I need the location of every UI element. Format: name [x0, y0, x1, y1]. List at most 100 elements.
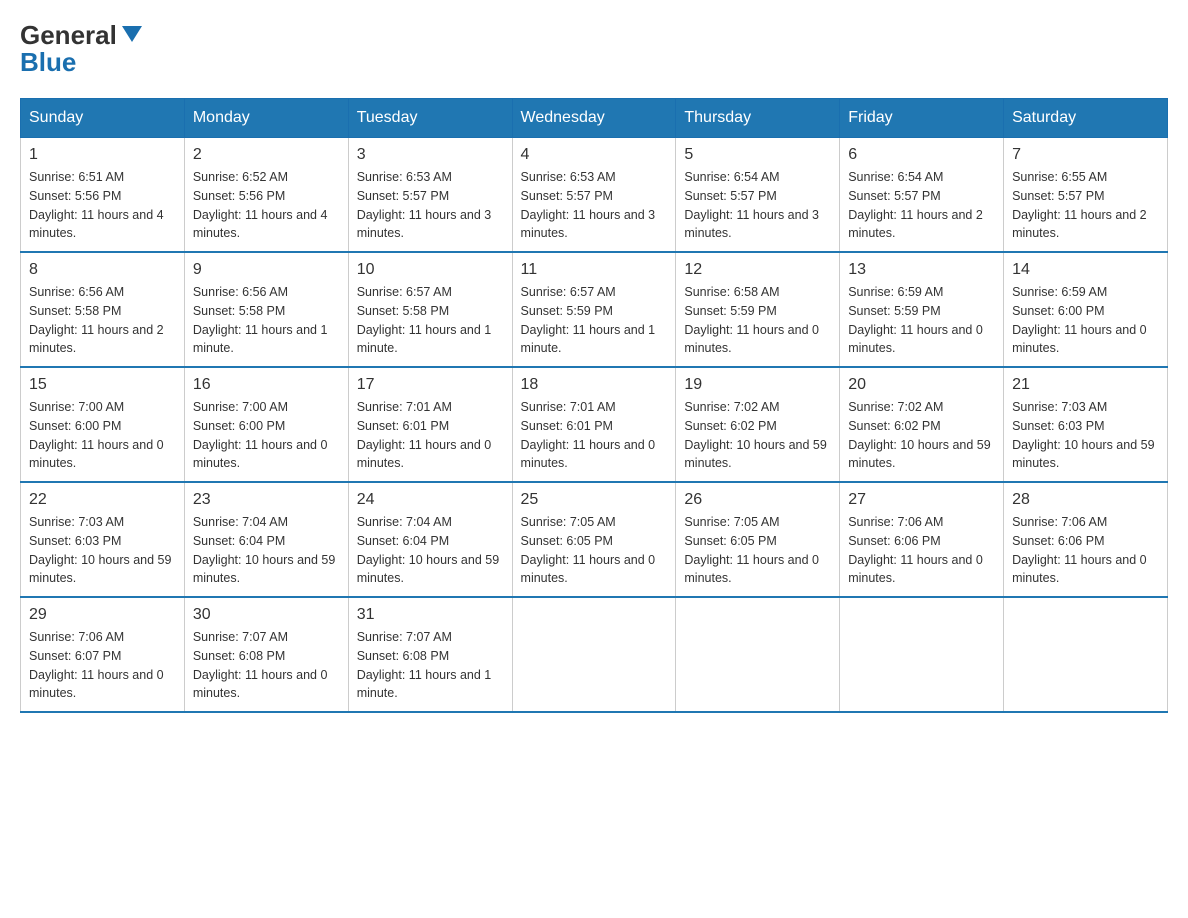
day-info: Sunrise: 7:00 AM Sunset: 6:00 PM Dayligh… — [29, 398, 176, 473]
day-number: 13 — [848, 261, 995, 279]
weekday-header-thursday: Thursday — [676, 99, 840, 138]
calendar-cell: 2 Sunrise: 6:52 AM Sunset: 5:56 PM Dayli… — [184, 138, 348, 253]
day-info: Sunrise: 7:02 AM Sunset: 6:02 PM Dayligh… — [684, 398, 831, 473]
calendar-cell: 11 Sunrise: 6:57 AM Sunset: 5:59 PM Dayl… — [512, 252, 676, 367]
day-number: 23 — [193, 491, 340, 509]
day-number: 6 — [848, 146, 995, 164]
day-number: 22 — [29, 491, 176, 509]
calendar-cell: 23 Sunrise: 7:04 AM Sunset: 6:04 PM Dayl… — [184, 482, 348, 597]
logo-blue-text: Blue — [20, 47, 76, 78]
weekday-header-monday: Monday — [184, 99, 348, 138]
calendar-cell: 26 Sunrise: 7:05 AM Sunset: 6:05 PM Dayl… — [676, 482, 840, 597]
day-number: 1 — [29, 146, 176, 164]
day-number: 2 — [193, 146, 340, 164]
day-info: Sunrise: 6:56 AM Sunset: 5:58 PM Dayligh… — [193, 283, 340, 358]
day-info: Sunrise: 6:52 AM Sunset: 5:56 PM Dayligh… — [193, 168, 340, 243]
day-info: Sunrise: 7:03 AM Sunset: 6:03 PM Dayligh… — [29, 513, 176, 588]
day-number: 21 — [1012, 376, 1159, 394]
weekday-header-tuesday: Tuesday — [348, 99, 512, 138]
day-number: 7 — [1012, 146, 1159, 164]
day-info: Sunrise: 7:04 AM Sunset: 6:04 PM Dayligh… — [193, 513, 340, 588]
day-info: Sunrise: 6:53 AM Sunset: 5:57 PM Dayligh… — [521, 168, 668, 243]
calendar-cell: 12 Sunrise: 6:58 AM Sunset: 5:59 PM Dayl… — [676, 252, 840, 367]
calendar-cell: 1 Sunrise: 6:51 AM Sunset: 5:56 PM Dayli… — [21, 138, 185, 253]
day-number: 30 — [193, 606, 340, 624]
day-number: 28 — [1012, 491, 1159, 509]
day-info: Sunrise: 7:07 AM Sunset: 6:08 PM Dayligh… — [357, 628, 504, 703]
day-info: Sunrise: 6:58 AM Sunset: 5:59 PM Dayligh… — [684, 283, 831, 358]
day-info: Sunrise: 7:06 AM Sunset: 6:06 PM Dayligh… — [848, 513, 995, 588]
calendar-cell: 13 Sunrise: 6:59 AM Sunset: 5:59 PM Dayl… — [840, 252, 1004, 367]
day-info: Sunrise: 7:06 AM Sunset: 6:06 PM Dayligh… — [1012, 513, 1159, 588]
day-info: Sunrise: 7:06 AM Sunset: 6:07 PM Dayligh… — [29, 628, 176, 703]
calendar-cell — [840, 597, 1004, 712]
calendar-cell: 17 Sunrise: 7:01 AM Sunset: 6:01 PM Dayl… — [348, 367, 512, 482]
weekday-header-sunday: Sunday — [21, 99, 185, 138]
calendar-cell: 5 Sunrise: 6:54 AM Sunset: 5:57 PM Dayli… — [676, 138, 840, 253]
day-number: 27 — [848, 491, 995, 509]
day-info: Sunrise: 7:05 AM Sunset: 6:05 PM Dayligh… — [521, 513, 668, 588]
calendar-cell: 22 Sunrise: 7:03 AM Sunset: 6:03 PM Dayl… — [21, 482, 185, 597]
day-info: Sunrise: 6:59 AM Sunset: 6:00 PM Dayligh… — [1012, 283, 1159, 358]
calendar-table: SundayMondayTuesdayWednesdayThursdayFrid… — [20, 98, 1168, 713]
calendar-cell — [676, 597, 840, 712]
calendar-cell: 15 Sunrise: 7:00 AM Sunset: 6:00 PM Dayl… — [21, 367, 185, 482]
day-number: 25 — [521, 491, 668, 509]
day-number: 5 — [684, 146, 831, 164]
day-info: Sunrise: 7:00 AM Sunset: 6:00 PM Dayligh… — [193, 398, 340, 473]
weekday-header-wednesday: Wednesday — [512, 99, 676, 138]
day-number: 15 — [29, 376, 176, 394]
calendar-cell: 25 Sunrise: 7:05 AM Sunset: 6:05 PM Dayl… — [512, 482, 676, 597]
calendar-cell: 8 Sunrise: 6:56 AM Sunset: 5:58 PM Dayli… — [21, 252, 185, 367]
calendar-cell: 14 Sunrise: 6:59 AM Sunset: 6:00 PM Dayl… — [1004, 252, 1168, 367]
day-number: 11 — [521, 261, 668, 279]
day-info: Sunrise: 6:51 AM Sunset: 5:56 PM Dayligh… — [29, 168, 176, 243]
calendar-cell: 27 Sunrise: 7:06 AM Sunset: 6:06 PM Dayl… — [840, 482, 1004, 597]
day-info: Sunrise: 7:07 AM Sunset: 6:08 PM Dayligh… — [193, 628, 340, 703]
calendar-cell: 21 Sunrise: 7:03 AM Sunset: 6:03 PM Dayl… — [1004, 367, 1168, 482]
calendar-cell: 6 Sunrise: 6:54 AM Sunset: 5:57 PM Dayli… — [840, 138, 1004, 253]
day-number: 17 — [357, 376, 504, 394]
day-info: Sunrise: 6:54 AM Sunset: 5:57 PM Dayligh… — [848, 168, 995, 243]
day-info: Sunrise: 6:56 AM Sunset: 5:58 PM Dayligh… — [29, 283, 176, 358]
calendar-cell: 16 Sunrise: 7:00 AM Sunset: 6:00 PM Dayl… — [184, 367, 348, 482]
day-info: Sunrise: 6:53 AM Sunset: 5:57 PM Dayligh… — [357, 168, 504, 243]
day-info: Sunrise: 6:57 AM Sunset: 5:59 PM Dayligh… — [521, 283, 668, 358]
day-info: Sunrise: 7:01 AM Sunset: 6:01 PM Dayligh… — [357, 398, 504, 473]
calendar-cell: 24 Sunrise: 7:04 AM Sunset: 6:04 PM Dayl… — [348, 482, 512, 597]
day-info: Sunrise: 6:57 AM Sunset: 5:58 PM Dayligh… — [357, 283, 504, 358]
weekday-header-friday: Friday — [840, 99, 1004, 138]
day-info: Sunrise: 7:04 AM Sunset: 6:04 PM Dayligh… — [357, 513, 504, 588]
day-number: 18 — [521, 376, 668, 394]
calendar-cell: 7 Sunrise: 6:55 AM Sunset: 5:57 PM Dayli… — [1004, 138, 1168, 253]
day-number: 24 — [357, 491, 504, 509]
day-number: 26 — [684, 491, 831, 509]
calendar-cell: 28 Sunrise: 7:06 AM Sunset: 6:06 PM Dayl… — [1004, 482, 1168, 597]
day-number: 8 — [29, 261, 176, 279]
calendar-cell: 9 Sunrise: 6:56 AM Sunset: 5:58 PM Dayli… — [184, 252, 348, 367]
week-row-4: 22 Sunrise: 7:03 AM Sunset: 6:03 PM Dayl… — [21, 482, 1168, 597]
day-info: Sunrise: 6:54 AM Sunset: 5:57 PM Dayligh… — [684, 168, 831, 243]
day-number: 16 — [193, 376, 340, 394]
weekday-header-saturday: Saturday — [1004, 99, 1168, 138]
day-number: 29 — [29, 606, 176, 624]
calendar-cell — [1004, 597, 1168, 712]
day-number: 19 — [684, 376, 831, 394]
day-number: 14 — [1012, 261, 1159, 279]
day-number: 12 — [684, 261, 831, 279]
page-header: General Blue — [20, 20, 1168, 78]
week-row-1: 1 Sunrise: 6:51 AM Sunset: 5:56 PM Dayli… — [21, 138, 1168, 253]
day-info: Sunrise: 7:02 AM Sunset: 6:02 PM Dayligh… — [848, 398, 995, 473]
day-info: Sunrise: 6:55 AM Sunset: 5:57 PM Dayligh… — [1012, 168, 1159, 243]
weekday-header-row: SundayMondayTuesdayWednesdayThursdayFrid… — [21, 99, 1168, 138]
calendar-cell: 31 Sunrise: 7:07 AM Sunset: 6:08 PM Dayl… — [348, 597, 512, 712]
day-info: Sunrise: 7:01 AM Sunset: 6:01 PM Dayligh… — [521, 398, 668, 473]
calendar-cell: 3 Sunrise: 6:53 AM Sunset: 5:57 PM Dayli… — [348, 138, 512, 253]
calendar-cell: 19 Sunrise: 7:02 AM Sunset: 6:02 PM Dayl… — [676, 367, 840, 482]
calendar-cell: 29 Sunrise: 7:06 AM Sunset: 6:07 PM Dayl… — [21, 597, 185, 712]
week-row-2: 8 Sunrise: 6:56 AM Sunset: 5:58 PM Dayli… — [21, 252, 1168, 367]
calendar-cell: 18 Sunrise: 7:01 AM Sunset: 6:01 PM Dayl… — [512, 367, 676, 482]
day-info: Sunrise: 7:05 AM Sunset: 6:05 PM Dayligh… — [684, 513, 831, 588]
day-number: 20 — [848, 376, 995, 394]
calendar-cell: 30 Sunrise: 7:07 AM Sunset: 6:08 PM Dayl… — [184, 597, 348, 712]
